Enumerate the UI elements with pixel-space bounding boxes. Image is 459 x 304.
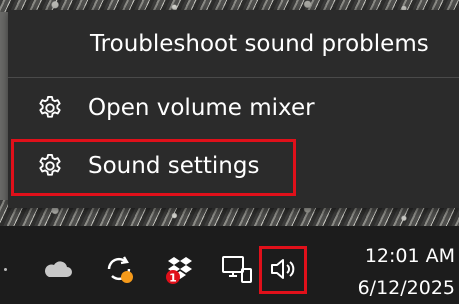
network-icon[interactable]	[220, 252, 254, 286]
dropbox-badge-count: 1	[169, 272, 177, 285]
taskbar-dot	[4, 268, 7, 271]
onedrive-cloud-icon[interactable]	[40, 252, 74, 286]
sync-update-icon[interactable]	[102, 252, 136, 286]
sound-settings-highlight	[11, 139, 296, 196]
menu-item-troubleshoot-sound[interactable]: Troubleshoot sound problems	[8, 18, 459, 70]
menu-item-label: Open volume mixer	[88, 95, 315, 121]
menu-item-open-volume-mixer[interactable]: Open volume mixer	[8, 82, 459, 134]
dropbox-icon[interactable]: 1	[163, 252, 197, 286]
gear-icon	[34, 92, 66, 124]
taskbar-clock[interactable]: 12:01 AM 6/12/2025	[320, 240, 455, 304]
menu-separator	[8, 77, 459, 78]
speaker-volume-icon[interactable]	[266, 252, 300, 286]
clock-date: 6/12/2025	[357, 277, 455, 299]
menu-item-label: Troubleshoot sound problems	[90, 31, 429, 57]
taskbar: 1 12:01 AM 6/12/2025	[0, 226, 459, 304]
clock-time: 12:01 AM	[364, 245, 455, 267]
